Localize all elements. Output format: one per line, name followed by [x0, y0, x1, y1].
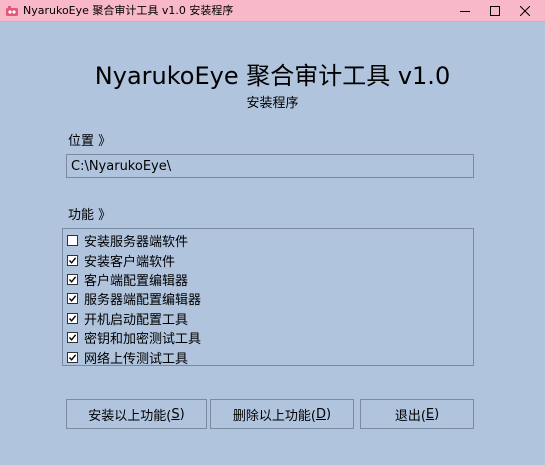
- exit-button-label: 退出(: [394, 408, 426, 424]
- feature-label: 开机启动配置工具: [84, 312, 189, 328]
- close-button[interactable]: [505, 0, 545, 22]
- feature-item-crypto-test-tool[interactable]: 密钥和加密测试工具: [63, 328, 473, 347]
- checkbox[interactable]: [67, 312, 78, 324]
- feature-label: 网络上传测试工具: [84, 351, 189, 367]
- features-label: 功能 》: [68, 208, 112, 223]
- delete-button-hotkey: D: [315, 406, 326, 422]
- checkbox[interactable]: [67, 351, 78, 363]
- maximize-icon: [490, 6, 500, 16]
- checkmark-icon: [68, 334, 77, 342]
- app-title: NyarukoEye 聚合审计工具 v1.0: [94, 62, 451, 90]
- delete-button-label: 删除以上功能(: [232, 408, 316, 424]
- install-button[interactable]: 安装以上功能(S): [66, 399, 207, 429]
- feature-item-client-config-editor[interactable]: 客户端配置编辑器: [63, 270, 473, 289]
- feature-label: 服务器端配置编辑器: [84, 293, 202, 309]
- install-button-label-end: ): [179, 406, 185, 422]
- feature-item-server-config-editor[interactable]: 服务器端配置编辑器: [63, 289, 473, 308]
- install-path-input[interactable]: [66, 154, 474, 178]
- checkmark-icon: [68, 276, 77, 283]
- title-bar[interactable]: NyarukoEye 聚合审计工具 v1.0 安装程序: [0, 0, 545, 22]
- delete-button-label-end: ): [326, 406, 332, 422]
- exit-button-label-end: ): [434, 406, 440, 422]
- close-icon: [520, 6, 530, 16]
- minimize-icon: [460, 11, 470, 12]
- checkbox[interactable]: [67, 332, 78, 344]
- feature-item-server[interactable]: 安装服务器端软件: [63, 231, 473, 250]
- delete-button[interactable]: 删除以上功能(D): [210, 399, 354, 429]
- exit-button[interactable]: 退出(E): [360, 399, 474, 429]
- checkmark-icon: [68, 256, 77, 264]
- location-label: 位置 》: [68, 134, 112, 149]
- feature-label: 密钥和加密测试工具: [84, 332, 202, 348]
- feature-label: 安装服务器端软件: [84, 235, 189, 251]
- installer-window: NyarukoEye 聚合审计工具 v1.0 安装程序 NyarukoEye 聚…: [0, 0, 545, 465]
- checkbox[interactable]: [67, 235, 78, 247]
- checkbox[interactable]: [67, 293, 78, 305]
- install-button-label: 安装以上功能(: [88, 408, 172, 424]
- feature-list: 安装服务器端软件 安装客户端软件 客户端配置编辑器 服务器端配置编辑器 开机启动…: [62, 228, 474, 367]
- feature-label: 安装客户端软件: [84, 254, 176, 270]
- feature-label: 客户端配置编辑器: [84, 273, 189, 289]
- feature-item-client[interactable]: 安装客户端软件: [63, 250, 473, 270]
- exit-button-hotkey: E: [425, 406, 435, 422]
- window-title: NyarukoEye 聚合审计工具 v1.0 安装程序: [23, 4, 234, 17]
- app-icon: [6, 6, 18, 16]
- checkmark-icon: [68, 315, 77, 322]
- checkmark-icon: [68, 295, 77, 303]
- checkbox[interactable]: [67, 273, 78, 285]
- app-subtitle: 安装程序: [246, 96, 299, 111]
- checkmark-icon: [68, 353, 77, 361]
- checkbox[interactable]: [67, 254, 78, 266]
- install-button-hotkey: S: [171, 406, 180, 422]
- feature-item-upload-test-tool[interactable]: 网络上传测试工具: [63, 347, 473, 367]
- feature-item-startup-tool[interactable]: 开机启动配置工具: [63, 309, 473, 328]
